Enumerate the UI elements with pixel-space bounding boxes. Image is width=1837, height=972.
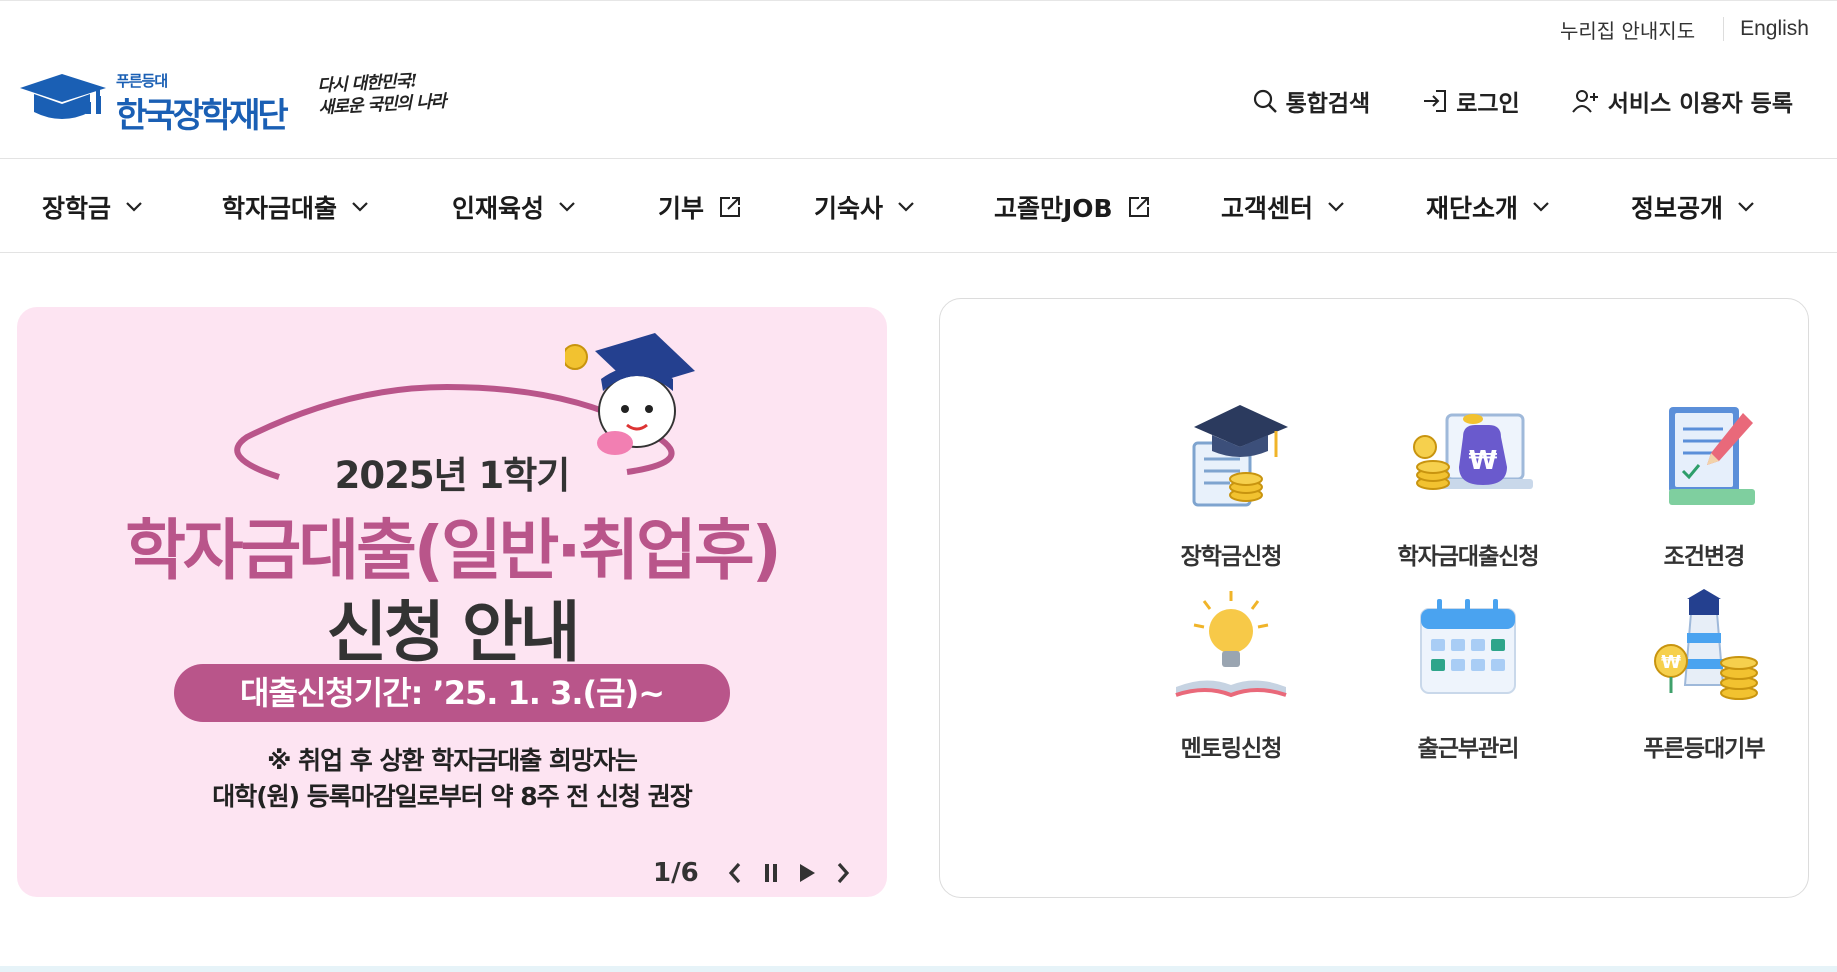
carousel-pause-button[interactable]: [753, 855, 789, 891]
carousel-controls: 1/6: [653, 855, 861, 891]
carousel-pager: 1/6: [653, 858, 699, 888]
nav-label: 인재육성: [452, 194, 545, 223]
site-logo[interactable]: 푸른등대 한국장학재단 다시 대한민국! 새로운 국민의 나라: [16, 68, 456, 136]
chevron-down-icon: [1738, 202, 1754, 212]
quick-item-loan-apply[interactable]: ₩ 학자금대출신청: [1368, 397, 1568, 571]
nav-label: 고졸만JOB: [994, 194, 1113, 223]
nav-item-disclosure[interactable]: 정보공개: [1631, 189, 1755, 225]
english-link[interactable]: English: [1740, 17, 1809, 41]
nav-item-customer-center[interactable]: 고객센터: [1221, 189, 1345, 225]
document-pencil-icon: [1669, 407, 1755, 505]
lightbulb-book-icon: [1175, 591, 1287, 698]
external-link-icon: [1128, 197, 1149, 217]
mascot-graduate-icon: [565, 333, 695, 455]
quick-item-mentoring-apply[interactable]: 멘토링신청: [1131, 589, 1331, 763]
header-actions: 통합검색 로그인 서비스 이용자 등록: [1200, 84, 1793, 118]
quick-item-label: 조건변경: [1663, 544, 1746, 570]
chevron-down-icon: [1328, 202, 1344, 212]
sitemap-link[interactable]: 누리집 안내지도: [1560, 15, 1723, 44]
nav-item-dormitory[interactable]: 기숙사: [814, 189, 915, 225]
nav-label: 기숙사: [814, 194, 884, 223]
chevron-down-icon: [352, 202, 368, 212]
user-add-icon: [1571, 90, 1598, 113]
next-section-edge: [0, 966, 1837, 972]
chevron-right-icon: [837, 862, 849, 884]
banner-note-line-1: ※ 취업 후 상환 학자금대출 희망자는: [267, 746, 638, 775]
register-button[interactable]: 서비스 이용자 등록: [1571, 84, 1793, 118]
nav-label: 장학금: [42, 194, 112, 223]
svg-text:₩: ₩: [1661, 652, 1681, 673]
svg-text:₩: ₩: [1469, 446, 1498, 476]
nav-item-about[interactable]: 재단소개: [1426, 189, 1550, 225]
quick-item-attendance[interactable]: 출근부관리: [1368, 589, 1568, 763]
carousel-play-button[interactable]: [789, 855, 825, 891]
nav-label: 기부: [658, 194, 705, 223]
lighthouse-coins-icon: ₩: [1654, 589, 1758, 700]
pause-icon: [764, 864, 777, 882]
utility-bar: 누리집 안내지도 English: [1560, 14, 1809, 44]
nav-item-job[interactable]: 고졸만JOB: [994, 189, 1151, 225]
quick-item-label: 푸른등대기부: [1643, 736, 1766, 762]
quick-item-label: 장학금신청: [1180, 544, 1283, 570]
nav-label: 학자금대출: [222, 194, 338, 223]
search-button[interactable]: 통합검색: [1252, 84, 1371, 118]
search-label: 통합검색: [1285, 91, 1371, 117]
carousel-next-button[interactable]: [825, 855, 861, 891]
chevron-down-icon: [1533, 202, 1549, 212]
carousel-prev-button[interactable]: [717, 855, 753, 891]
nav-item-donation[interactable]: 기부: [658, 189, 742, 225]
main-navigation: 장학금 학자금대출 인재육성 기부 기숙사 고졸만JOB 고객센터 재단소개 정…: [0, 159, 1837, 253]
chevron-down-icon: [126, 202, 142, 212]
money-bag-icon: ₩: [1413, 413, 1533, 490]
logo-slogan: 다시 대한민국! 새로운 국민의 나라: [317, 69, 446, 120]
play-icon: [799, 864, 815, 882]
quick-item-label: 학자금대출신청: [1397, 544, 1539, 570]
quick-item-label: 출근부관리: [1417, 736, 1520, 762]
nav-label: 고객센터: [1221, 194, 1314, 223]
nav-label: 정보공개: [1631, 194, 1724, 223]
quick-item-label: 멘토링신청: [1180, 736, 1283, 762]
banner-year: 2025년 1학기: [334, 454, 571, 497]
top-border: [0, 0, 1837, 4]
quick-item-donation[interactable]: ₩ 푸른등대기부: [1604, 589, 1804, 763]
chevron-down-icon: [559, 202, 575, 212]
banner-carousel[interactable]: 2025년 1학기 학자금대출(일반·취업후) 신청 안내 대출신청기간: ’2…: [17, 307, 887, 897]
login-icon: [1424, 90, 1447, 112]
nav-item-scholarship[interactable]: 장학금: [42, 189, 143, 225]
banner-period-badge: 대출신청기간: ’25. 1. 3.(금)~: [174, 664, 730, 722]
external-link-icon: [720, 197, 741, 217]
login-button[interactable]: 로그인: [1422, 84, 1520, 118]
quick-menu-panel: 장학금신청 ₩ 학자금대출신청 조건변경 멘토링신청 출근부관리 ₩ 푸른등대기…: [939, 298, 1809, 898]
nav-label: 재단소개: [1426, 194, 1519, 223]
quick-item-scholarship-apply[interactable]: 장학금신청: [1131, 397, 1331, 571]
nav-item-talent[interactable]: 인재육성: [452, 189, 576, 225]
chevron-down-icon: [898, 202, 914, 212]
banner-note-line-2: 대학(원) 등록마감일로부터 약 8주 전 신청 권장: [212, 782, 692, 811]
register-label: 서비스 이용자 등록: [1607, 91, 1793, 117]
mortarboard-logo-icon: [20, 74, 106, 119]
login-label: 로그인: [1456, 91, 1520, 117]
chevron-left-icon: [728, 862, 740, 884]
calendar-icon: [1420, 599, 1516, 694]
nav-item-student-loan[interactable]: 학자금대출: [222, 189, 369, 225]
logo-name: 한국장학재단: [116, 96, 289, 136]
search-icon: [1253, 89, 1277, 113]
graduation-cap-icon: [1192, 405, 1288, 507]
utility-divider: [1723, 17, 1725, 41]
quick-item-condition-change[interactable]: 조건변경: [1604, 397, 1804, 571]
banner-title-line-2: 신청 안내: [326, 594, 581, 671]
